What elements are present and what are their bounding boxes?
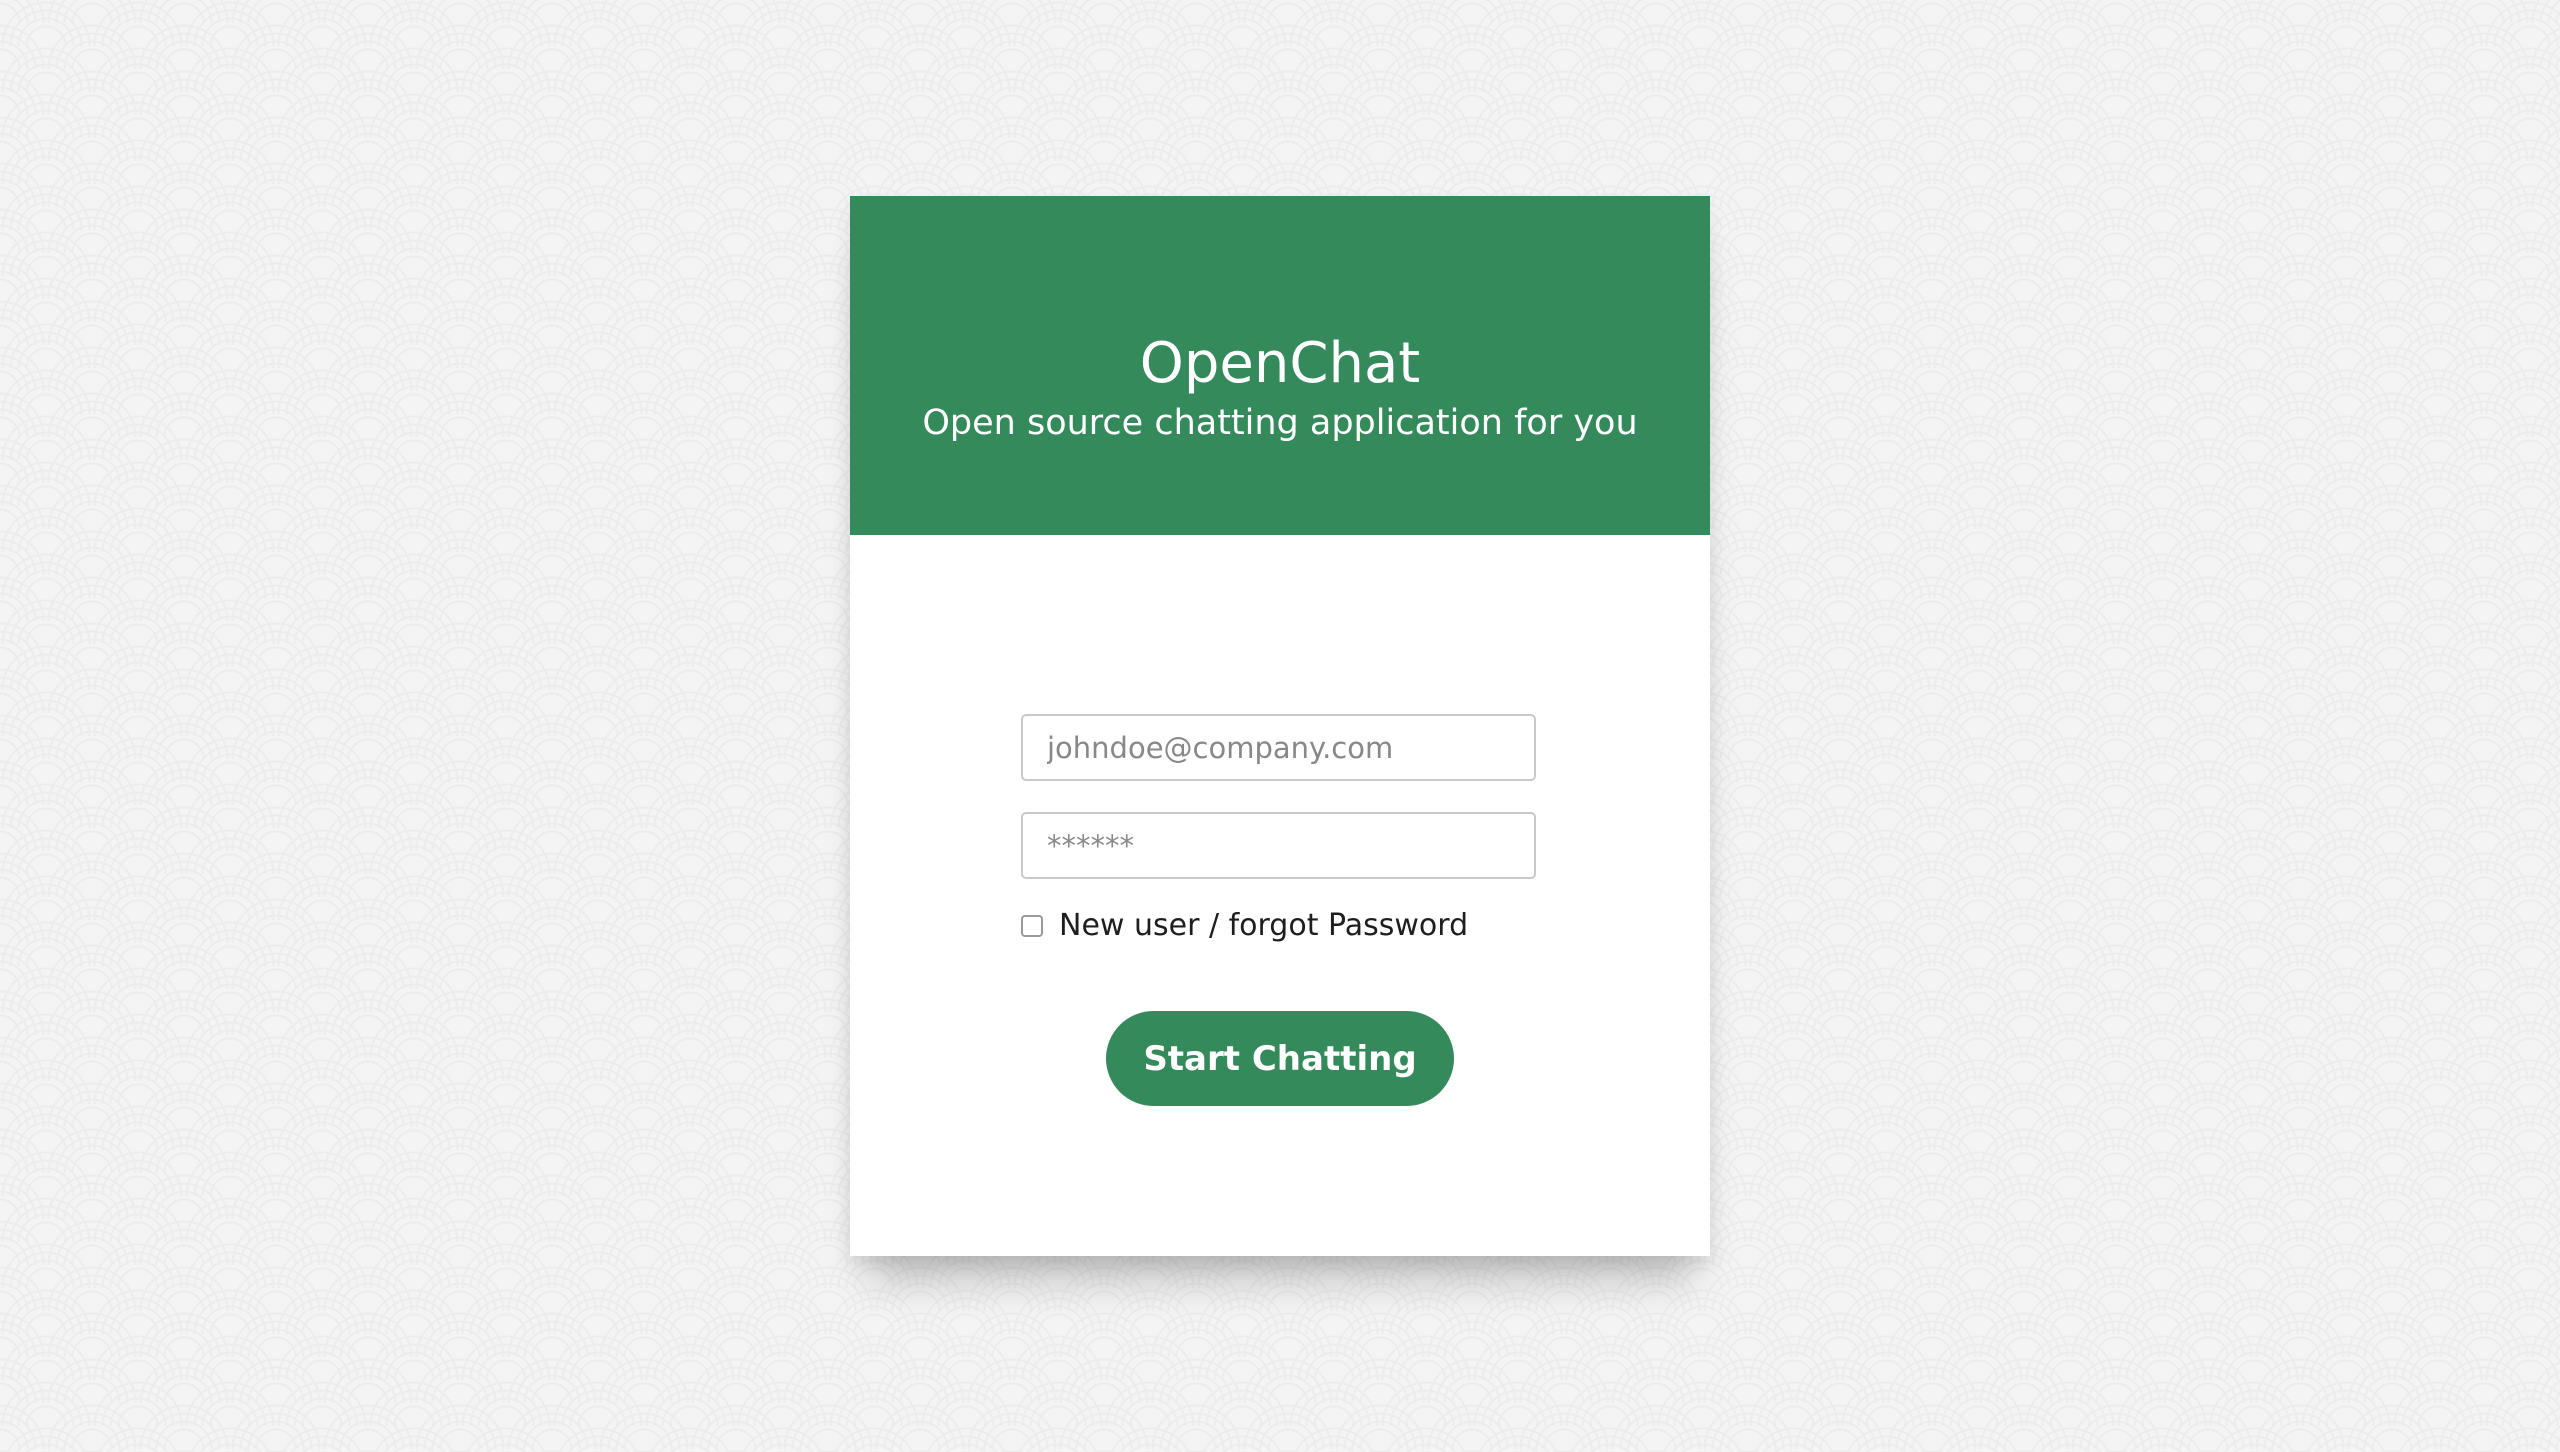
- card-header: OpenChat Open source chatting applicatio…: [850, 196, 1710, 535]
- email-input[interactable]: [1021, 714, 1536, 781]
- app-title: OpenChat: [1139, 331, 1421, 396]
- new-user-toggle[interactable]: New user / forgot Password: [1021, 906, 1468, 946]
- app-subtitle: Open source chatting application for you: [922, 403, 1638, 443]
- password-input[interactable]: [1021, 812, 1536, 879]
- start-chatting-button[interactable]: Start Chatting: [1106, 1011, 1454, 1106]
- new-user-label[interactable]: New user / forgot Password: [1059, 906, 1468, 946]
- login-card: OpenChat Open source chatting applicatio…: [850, 196, 1710, 1256]
- new-user-checkbox[interactable]: [1021, 915, 1043, 937]
